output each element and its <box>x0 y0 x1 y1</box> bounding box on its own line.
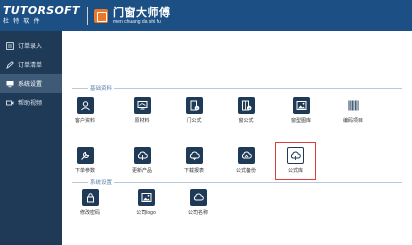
tile-change-password[interactable]: 修改密码 <box>72 185 108 221</box>
sidebar-item-help-video[interactable]: 帮助视频 <box>0 93 62 112</box>
order-entry-icon <box>6 41 14 50</box>
brand-name: 门窗大师傅 men chuang da shi fu <box>113 7 171 25</box>
sidebar-item-label: 订单录入 <box>18 44 43 50</box>
image-icon <box>137 189 155 206</box>
section-divider <box>72 87 88 89</box>
tile-label: 下单参数 <box>74 168 95 174</box>
tile-label: 原材料 <box>134 118 150 124</box>
tile-label: 编码项目 <box>342 118 363 124</box>
brand-title: 门窗大师傅 <box>113 6 171 19</box>
tile-company-logo[interactable]: 公司logo <box>128 185 164 221</box>
cloud-backup-icon <box>237 147 255 164</box>
window-formula-icon: + <box>237 97 255 114</box>
tile-label: 公式库 <box>287 168 303 174</box>
tile-formula-library[interactable]: 公式库 <box>275 142 316 180</box>
tutorsoft-logo: TUTORSOFT 杜特软件 <box>0 0 80 31</box>
logo-sub-text: 杜特软件 <box>3 19 44 25</box>
tile-label: 门公式 <box>186 118 202 124</box>
app-header: TUTORSOFT 杜特软件 门窗大师傅 men chuang da shi f… <box>0 0 412 31</box>
tile-label: 客户资料 <box>74 118 95 124</box>
tile-download-reports[interactable]: 下载报表 <box>176 143 212 179</box>
customer-icon <box>76 97 94 114</box>
section-title: 基础资料 <box>90 86 113 92</box>
tile-material[interactable]: 原材料 <box>124 93 160 129</box>
sidebar-item-label: 帮助视频 <box>18 101 43 107</box>
tile-label: 窗型图库 <box>290 118 311 124</box>
sidebar-item-order-entry[interactable]: 订单录入 <box>0 36 62 55</box>
tile-company-name[interactable]: 公司名称 <box>180 185 216 221</box>
material-icon <box>133 97 151 114</box>
tile-label: 修改密码 <box>79 210 100 216</box>
door-formula-icon: + <box>185 97 203 114</box>
sidebar-item-order-list[interactable]: 订单清单 <box>0 55 62 74</box>
header-divider <box>87 6 88 25</box>
tile-door-formula[interactable]: + 门公式 <box>176 93 212 129</box>
lock-icon <box>81 189 99 206</box>
tile-window-gallery[interactable]: 窗型图库 <box>283 93 319 129</box>
sidebar-item-label: 订单清单 <box>18 63 43 69</box>
sidebar-item-label: 系统设置 <box>18 82 43 88</box>
tile-label: 下载报表 <box>183 168 204 174</box>
order-list-icon <box>6 60 14 69</box>
cloud-download-icon <box>185 147 203 164</box>
sidebar-item-system-settings[interactable]: 系统设置 <box>0 74 62 93</box>
cloud-icon <box>189 189 207 206</box>
brand-window-icon <box>94 8 108 23</box>
section-divider <box>114 87 402 89</box>
tile-window-formula[interactable]: + 窗公式 <box>228 93 264 129</box>
tile-label: 公式备份 <box>235 168 256 174</box>
tile-label: 更新产品 <box>131 168 152 174</box>
cloud-library-icon <box>287 147 304 164</box>
monitor-icon <box>6 80 14 88</box>
video-icon <box>6 99 14 107</box>
tile-coding-items[interactable]: 编码项目 <box>335 93 371 129</box>
section-divider <box>114 181 402 183</box>
brand-subtitle: men chuang da shi fu <box>113 18 161 25</box>
tile-label: 公司名称 <box>187 210 208 216</box>
cloud-update-icon <box>133 147 151 164</box>
barcode-icon <box>345 97 362 114</box>
section-header-system-settings: 系统设置 <box>72 177 402 187</box>
tile-label: 公司logo <box>136 210 156 216</box>
tile-customer[interactable]: 客户资料 <box>67 93 103 129</box>
tile-order-parameters[interactable]: 下单参数 <box>67 143 103 179</box>
svg-text:+: + <box>195 106 198 110</box>
svg-text:+: + <box>247 106 250 110</box>
main-panel: 基础资料 客户资料 原材料 + 门公式 + 窗公式 窗型图库 编码项目 下单参数… <box>62 31 412 245</box>
image-library-icon <box>292 97 310 114</box>
tile-formula-backup[interactable]: 公式备份 <box>228 143 264 179</box>
parameter-icon <box>76 147 94 164</box>
section-divider <box>72 181 88 183</box>
logo-main-text: TUTORSOFT <box>3 4 80 17</box>
tile-label: 窗公式 <box>238 118 254 124</box>
sidebar: 订单录入 订单清单 系统设置 帮助视频 <box>0 31 62 245</box>
section-header-basic-data: 基础资料 <box>72 83 402 93</box>
tile-update-products[interactable]: 更新产品 <box>124 143 160 179</box>
